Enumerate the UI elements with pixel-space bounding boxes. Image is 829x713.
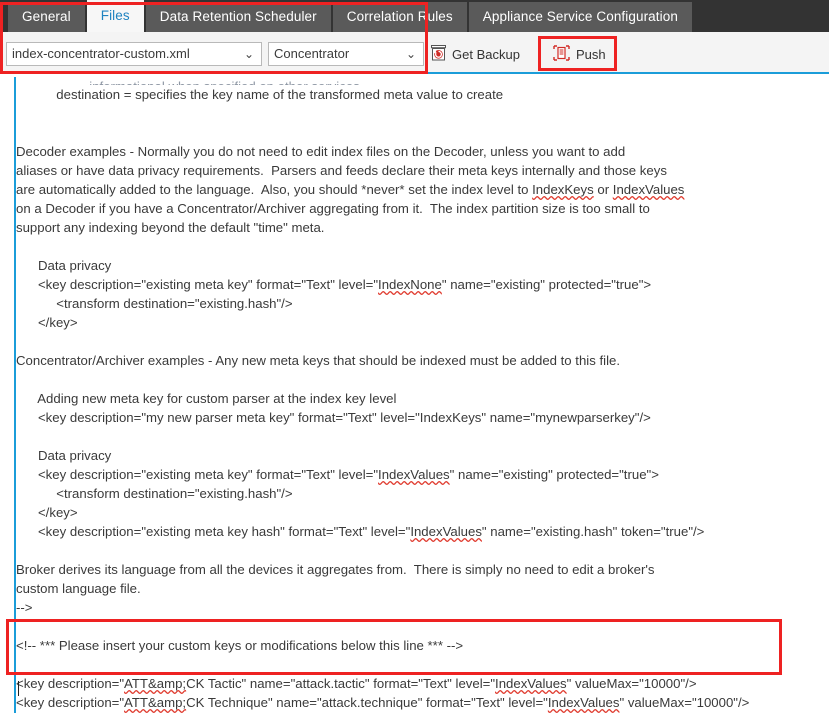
get-backup-label: Get Backup xyxy=(452,47,520,62)
editor-line: aliases or have data privacy requirement… xyxy=(16,161,829,180)
tab-general-label: General xyxy=(22,9,71,24)
editor-line: <key description="existing meta key" for… xyxy=(16,275,829,294)
push-label: Push xyxy=(576,47,606,62)
editor-line xyxy=(16,541,829,560)
tab-bar: General Files Data Retention Scheduler C… xyxy=(0,0,829,32)
chevron-down-icon: ⌄ xyxy=(406,43,416,65)
tab-correlation-rules[interactable]: Correlation Rules xyxy=(333,2,469,32)
editor-line: Broker derives its language from all the… xyxy=(16,560,829,579)
editor-lines: informational when specified on other se… xyxy=(16,77,829,713)
file-select-value: index-concentrator-custom.xml xyxy=(12,46,190,61)
editor-line: </key> xyxy=(16,313,829,332)
get-backup-button[interactable]: Get Backup xyxy=(431,45,520,64)
files-toolbar: index-concentrator-custom.xml ⌄ Concentr… xyxy=(0,32,829,74)
editor-line xyxy=(16,617,829,636)
editor-line: </key> xyxy=(16,503,829,522)
push-button[interactable]: Push xyxy=(553,45,606,64)
editor-line xyxy=(16,237,829,256)
tab-general[interactable]: General xyxy=(8,2,87,32)
tab-files[interactable]: Files xyxy=(87,0,146,32)
tab-correlation-rules-label: Correlation Rules xyxy=(347,9,453,24)
editor-line: Decoder examples - Normally you do not n… xyxy=(16,142,829,161)
editor-line: <key description="my new parser meta key… xyxy=(16,408,829,427)
editor-line: <!-- *** Please insert your custom keys … xyxy=(16,636,829,655)
service-select-value: Concentrator xyxy=(274,46,349,61)
file-select[interactable]: index-concentrator-custom.xml ⌄ xyxy=(6,42,262,66)
editor-line xyxy=(16,427,829,446)
editor-line: destination = specifies the key name of … xyxy=(16,85,829,104)
tab-data-retention-scheduler[interactable]: Data Retention Scheduler xyxy=(146,2,333,32)
service-select[interactable]: Concentrator ⌄ xyxy=(268,42,424,66)
editor-line: are automatically added to the language.… xyxy=(16,180,829,199)
editor-line: custom language file. xyxy=(16,579,829,598)
toolbar-divider xyxy=(539,44,540,62)
editor-line: support any indexing beyond the default … xyxy=(16,218,829,237)
editor-line xyxy=(16,123,829,142)
text-cursor xyxy=(18,681,19,696)
tab-appliance-service-configuration-label: Appliance Service Configuration xyxy=(483,9,678,24)
editor-line: <transform destination="existing.hash"/> xyxy=(16,294,829,313)
editor-line: <key description="ATT&amp;CK Tactic" nam… xyxy=(16,674,829,693)
chevron-down-icon: ⌄ xyxy=(244,43,254,65)
editor-line: <key description="ATT&amp;CK Technique" … xyxy=(16,693,829,712)
editor-line xyxy=(16,104,829,123)
editor-line: Data privacy xyxy=(16,446,829,465)
push-document-icon xyxy=(553,45,570,64)
tab-appliance-service-configuration[interactable]: Appliance Service Configuration xyxy=(469,2,694,32)
editor-line: informational when specified on other se… xyxy=(16,77,829,85)
editor-line xyxy=(16,332,829,351)
file-content-editor[interactable]: informational when specified on other se… xyxy=(14,77,829,713)
editor-line: --> xyxy=(16,598,829,617)
tab-files-label: Files xyxy=(101,8,130,23)
editor-line: <key description="existing meta key" for… xyxy=(16,465,829,484)
editor-line xyxy=(16,655,829,674)
editor-line: Concentrator/Archiver examples - Any new… xyxy=(16,351,829,370)
editor-line: <transform destination="existing.hash"/> xyxy=(16,484,829,503)
editor-line: Data privacy xyxy=(16,256,829,275)
backup-restore-icon xyxy=(431,45,446,64)
tab-data-retention-scheduler-label: Data Retention Scheduler xyxy=(160,9,317,24)
editor-line: Adding new meta key for custom parser at… xyxy=(16,389,829,408)
editor-line: on a Decoder if you have a Concentrator/… xyxy=(16,199,829,218)
editor-line: <key description="existing meta key hash… xyxy=(16,522,829,541)
editor-line xyxy=(16,370,829,389)
